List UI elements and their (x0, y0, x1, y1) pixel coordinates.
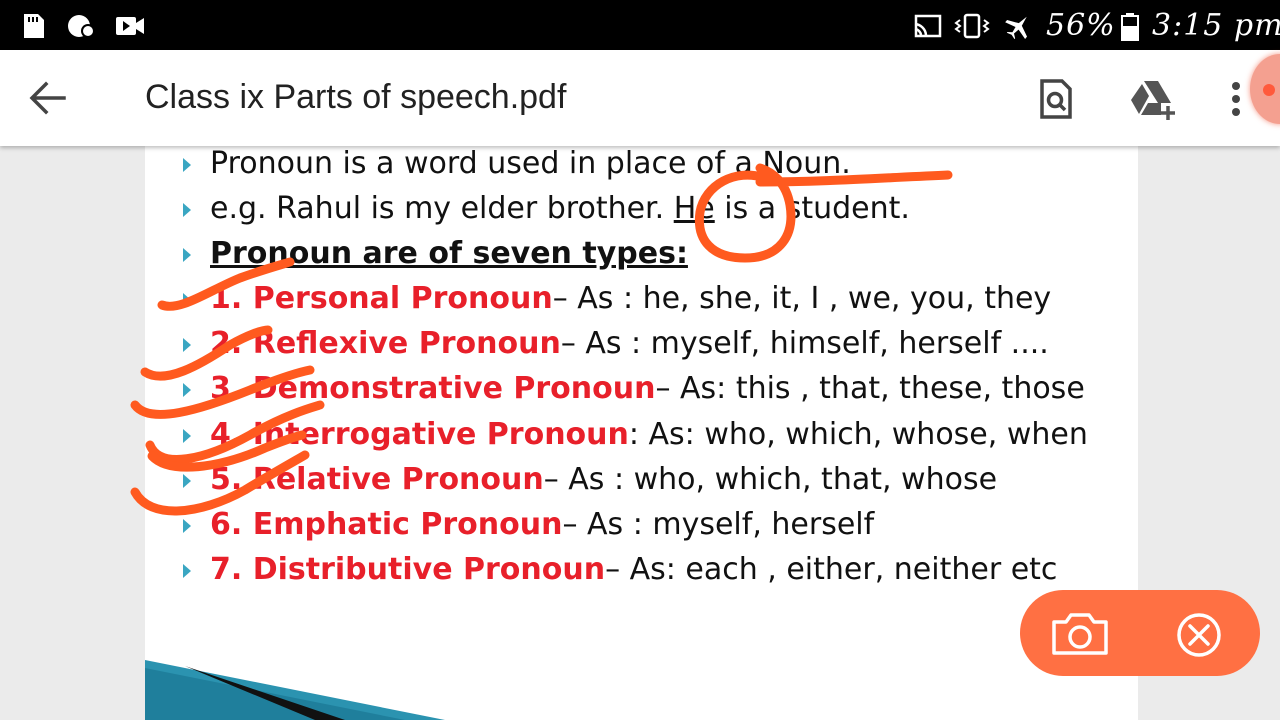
find-in-document-icon[interactable] (1036, 78, 1076, 120)
battery-percent: 56% (1046, 8, 1116, 43)
bullet-arrow-icon (183, 248, 191, 262)
slide-decoration (145, 660, 445, 720)
bullet-arrow-icon (183, 474, 191, 488)
airplane-mode-icon (1005, 16, 1028, 40)
pronoun-type-examples: : As: who, which, whose, when (628, 417, 1088, 452)
drawing-tool-handle[interactable] (1250, 54, 1280, 124)
bullet-arrow-icon (183, 383, 191, 397)
pronoun-type-label: 2. Reflexive Pronoun (210, 326, 561, 361)
example-part: is a student. (714, 191, 910, 226)
video-icon (116, 17, 144, 35)
pronoun-type-examples: – As: each , either, neither etc (605, 552, 1058, 587)
pronoun-type-examples: – As : he, she, it, I , we, you, they (552, 281, 1052, 316)
camera-icon[interactable] (1050, 612, 1110, 656)
cast-icon (914, 14, 942, 38)
vibrate-icon (954, 13, 990, 39)
data-saver-icon (68, 15, 95, 38)
pronoun-type-examples: – As : who, which, that, whose (543, 462, 998, 497)
bullet-arrow-icon (183, 158, 191, 172)
pronoun-type-text: 5. Relative Pronoun– As : who, which, th… (210, 462, 997, 498)
pronoun-type-text: 1. Personal Pronoun– As : he, she, it, I… (210, 281, 1051, 317)
bullet-arrow-icon (183, 293, 191, 307)
pronoun-type-label: 4. Interrogative Pronoun (210, 417, 629, 452)
example-part: e.g. Rahul is my elder brother. (210, 191, 674, 226)
bullet-arrow-icon (183, 338, 191, 352)
document-title: Class ix Parts of speech.pdf (145, 78, 567, 116)
clock-time: 3:15 pm (1152, 8, 1280, 43)
pronoun-type-label: 5. Relative Pronoun (210, 462, 544, 497)
battery-icon (1121, 13, 1139, 41)
pronoun-type-text: 7. Distributive Pronoun– As: each , eith… (210, 552, 1057, 588)
pronoun-type-examples: – As: this , that, these, those (655, 371, 1085, 406)
pronoun-type-examples: – As : myself, herself (562, 507, 875, 542)
bullet-arrow-icon (183, 564, 191, 578)
bullet-arrow-icon (183, 203, 191, 217)
pronoun-type-text: 3. Demonstrative Pronoun– As: this , tha… (210, 371, 1085, 407)
pronoun-type-text: 4. Interrogative Pronoun: As: who, which… (210, 417, 1088, 453)
sd-card-icon (24, 14, 44, 38)
pronoun-type-text: 6. Emphatic Pronoun– As : myself, hersel… (210, 507, 874, 543)
example-sentence: e.g. Rahul is my elder brother. He is a … (210, 191, 910, 227)
pronoun-type-label: 6. Emphatic Pronoun (210, 507, 563, 542)
more-vert-icon[interactable] (1226, 78, 1246, 120)
status-bar: 56% 3:15 pm (0, 0, 1280, 50)
bullet-arrow-icon (183, 429, 191, 443)
screen-capture-controls (1020, 590, 1260, 676)
pronoun-type-examples: – As : myself, himself, herself .... (560, 326, 1049, 361)
pronoun-definition: Pronoun is a word used in place of a Nou… (210, 146, 851, 181)
pronoun-type-label: 7. Distributive Pronoun (210, 552, 606, 587)
types-heading: Pronoun are of seven types: (210, 236, 688, 271)
add-to-drive-icon[interactable] (1128, 78, 1178, 120)
example-pronoun: He (673, 191, 715, 226)
app-toolbar: Class ix Parts of speech.pdf (0, 50, 1280, 146)
pdf-page[interactable]: Pronoun is a word used in place of a Nou… (145, 146, 1138, 720)
pronoun-type-label: 3. Demonstrative Pronoun (210, 371, 656, 406)
close-circle-icon[interactable] (1176, 612, 1222, 658)
back-arrow-icon[interactable] (28, 80, 68, 116)
pronoun-type-label: 1. Personal Pronoun (210, 281, 553, 316)
pronoun-type-text: 2. Reflexive Pronoun– As : myself, himse… (210, 326, 1049, 362)
bullet-arrow-icon (183, 519, 191, 533)
